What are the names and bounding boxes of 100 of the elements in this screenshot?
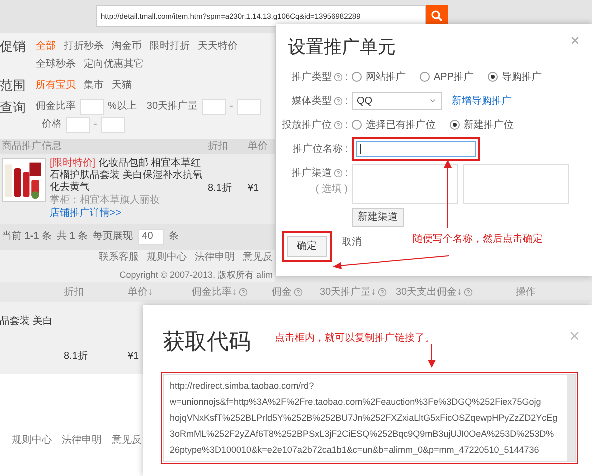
dialog-title: 获取代码 bbox=[163, 328, 251, 356]
column-header: 30天推广量↓ bbox=[320, 286, 376, 300]
unit-name-field[interactable] bbox=[356, 141, 476, 157]
label-colon: : bbox=[345, 118, 348, 132]
code-line: hojqVNxKsfT%252BLPrld5Y%252B%252BU7Jn%252FXZxiaLltG5xFicOSZqewpHPyZzZD2YcEg bbox=[170, 412, 559, 425]
field-label: 推广渠道 bbox=[292, 166, 332, 180]
annotation-text: 点击框内，就可以复制推广链接了。 bbox=[275, 332, 435, 346]
help-icon[interactable] bbox=[464, 288, 474, 296]
volume-max-field[interactable] bbox=[237, 98, 262, 114]
filter-label: 促销 bbox=[0, 38, 27, 54]
pagination-range: 当前 1-1 条 bbox=[2, 230, 52, 244]
optional-hint: ( 选填 ) bbox=[316, 182, 348, 197]
label-colon: : bbox=[345, 70, 348, 84]
radio-label: 选择已有推广位 bbox=[366, 118, 436, 132]
help-icon[interactable] bbox=[334, 120, 344, 130]
radio-button[interactable] bbox=[420, 72, 430, 82]
commission-field[interactable] bbox=[80, 98, 104, 114]
radio-label: 网站推广 bbox=[366, 70, 406, 84]
new-channel-button[interactable]: 新建渠道 bbox=[352, 208, 404, 227]
price-cell-text: ¥1 bbox=[128, 350, 140, 364]
footer-link[interactable]: 法律申明 bbox=[62, 433, 102, 448]
radio-button[interactable] bbox=[352, 120, 362, 130]
help-icon[interactable] bbox=[378, 288, 388, 296]
help-icon[interactable] bbox=[334, 168, 344, 178]
commission-label: 佣金比率 bbox=[36, 100, 76, 114]
filter-option[interactable]: 天猫 bbox=[112, 78, 132, 94]
field-label: 推广类型 bbox=[292, 70, 332, 84]
media-type-select[interactable]: QQ bbox=[352, 92, 442, 110]
column-header: 折扣 bbox=[64, 286, 84, 300]
radio-button[interactable] bbox=[450, 120, 460, 130]
price-max-field[interactable] bbox=[101, 116, 126, 132]
per-page-label: 每页展现 bbox=[93, 230, 134, 244]
shop-promo-link[interactable]: 店铺推广详情>> bbox=[50, 208, 208, 220]
price-min-field[interactable] bbox=[66, 116, 90, 132]
column-header: 商品推广信息 bbox=[1, 140, 63, 154]
channel-list[interactable] bbox=[352, 164, 458, 204]
filter-option[interactable]: 打折秒杀 bbox=[64, 38, 104, 54]
code-line: 3oRmML%252F2yZAf6T8%252BPSxL3jF2CiESQ%252Bqc9Q9mB3ujUJI0OeA%253D%253D% bbox=[170, 428, 556, 441]
volume-label: 30天推广量 bbox=[146, 100, 198, 114]
radio-label: APP推广 bbox=[434, 70, 474, 84]
footer-link[interactable]: 法律申明 bbox=[195, 250, 235, 264]
dialog-title: 设置推广单元 bbox=[288, 36, 396, 59]
radio-label: 导购推广 bbox=[502, 70, 542, 84]
footer-link[interactable]: 意见反 bbox=[243, 250, 273, 264]
help-icon[interactable] bbox=[294, 288, 303, 296]
filter-label: 范围 bbox=[0, 78, 27, 94]
annotation-arrow bbox=[427, 344, 437, 368]
footer-link[interactable]: 规则中心 bbox=[147, 250, 187, 264]
channel-list[interactable] bbox=[463, 164, 569, 204]
footer-link[interactable]: 规则中心 bbox=[12, 433, 52, 448]
volume-min-field[interactable] bbox=[202, 98, 226, 114]
scrollbar[interactable] bbox=[567, 375, 575, 461]
label-colon: : bbox=[345, 94, 348, 108]
product-title[interactable]: [限时特价] 化妆品包邮 相宜本草红石榴护肤品套装 美白保湿补水抗氧化去黄气 bbox=[50, 158, 208, 194]
footer-link[interactable]: 联系客服 bbox=[99, 250, 139, 264]
help-icon[interactable] bbox=[334, 72, 344, 82]
column-header: 30天支出佣金↓ bbox=[396, 286, 462, 300]
field-label: 推广位名称 bbox=[293, 142, 344, 156]
filter-option[interactable]: 淘金币 bbox=[112, 38, 142, 54]
label-colon: : bbox=[345, 166, 348, 180]
price-cell-text: ¥1 bbox=[248, 182, 260, 196]
code-line: w=unionnojs&f=http%3A%2F%2Fre.taobao.com%2Feauction%3Fe%3DGQ%252Fiex75Gojg bbox=[170, 396, 542, 409]
column-header: 单价↓ bbox=[128, 286, 153, 300]
filter-option[interactable]: 全球秒杀 bbox=[36, 56, 76, 72]
commission-suffix: %以上 bbox=[108, 100, 137, 114]
filter-option[interactable]: 定向优惠其它 bbox=[84, 56, 144, 72]
range-dash: - bbox=[230, 100, 234, 114]
confirm-button[interactable]: 确定 bbox=[287, 236, 327, 257]
help-icon[interactable] bbox=[239, 288, 248, 296]
filter-option[interactable]: 天天特价 bbox=[198, 38, 238, 54]
add-guide-link[interactable]: 新增导购推广 bbox=[452, 94, 512, 108]
help-icon[interactable] bbox=[334, 96, 344, 106]
filter-label: 查询 bbox=[0, 98, 27, 116]
column-header: 操作 bbox=[516, 286, 536, 300]
pagination-total: 共 1 条 bbox=[57, 230, 88, 244]
per-page-field[interactable]: 40 bbox=[138, 228, 164, 244]
discount-cell-text: 8.1折 bbox=[64, 350, 89, 364]
column-header: 佣金比率↓ bbox=[192, 286, 237, 300]
column-header: 折扣 bbox=[208, 140, 229, 154]
filter-option[interactable]: 限时打折 bbox=[150, 38, 190, 54]
footer-link[interactable]: 意见反 bbox=[112, 433, 142, 448]
radio-button[interactable] bbox=[488, 72, 498, 82]
code-field[interactable] bbox=[163, 374, 576, 462]
cancel-link[interactable]: 取消 bbox=[342, 235, 362, 250]
code-line: 26ptype%3D100010&k=e2e107a2b72ca1b1&c=un&b=alimm_0&p=mm_47220510_5144736 bbox=[170, 444, 540, 457]
search-icon bbox=[431, 10, 443, 22]
filter-option[interactable]: 集市 bbox=[84, 78, 104, 94]
filter-option[interactable]: 全部 bbox=[36, 38, 56, 54]
radio-button[interactable] bbox=[352, 72, 362, 82]
code-line: http://redirect.simba.taobao.com/rd? bbox=[170, 380, 316, 393]
seller-name: 掌柜：相宜本草旗人丽妆 bbox=[50, 194, 161, 206]
radio-label: 新建推广位 bbox=[464, 118, 514, 132]
range-dash: - bbox=[94, 118, 98, 132]
copyright-text: Copyright © 2007-2013, 版权所有 alim bbox=[120, 268, 273, 282]
chevron-down-icon bbox=[429, 97, 437, 105]
annotation-text: 随便写个名称，然后点击确定 bbox=[413, 232, 543, 247]
column-header: 单价 bbox=[248, 140, 268, 154]
filter-option[interactable]: 所有宝贝 bbox=[36, 78, 76, 94]
price-label: 价格 bbox=[42, 118, 62, 132]
per-page-unit: 条 bbox=[169, 230, 180, 244]
